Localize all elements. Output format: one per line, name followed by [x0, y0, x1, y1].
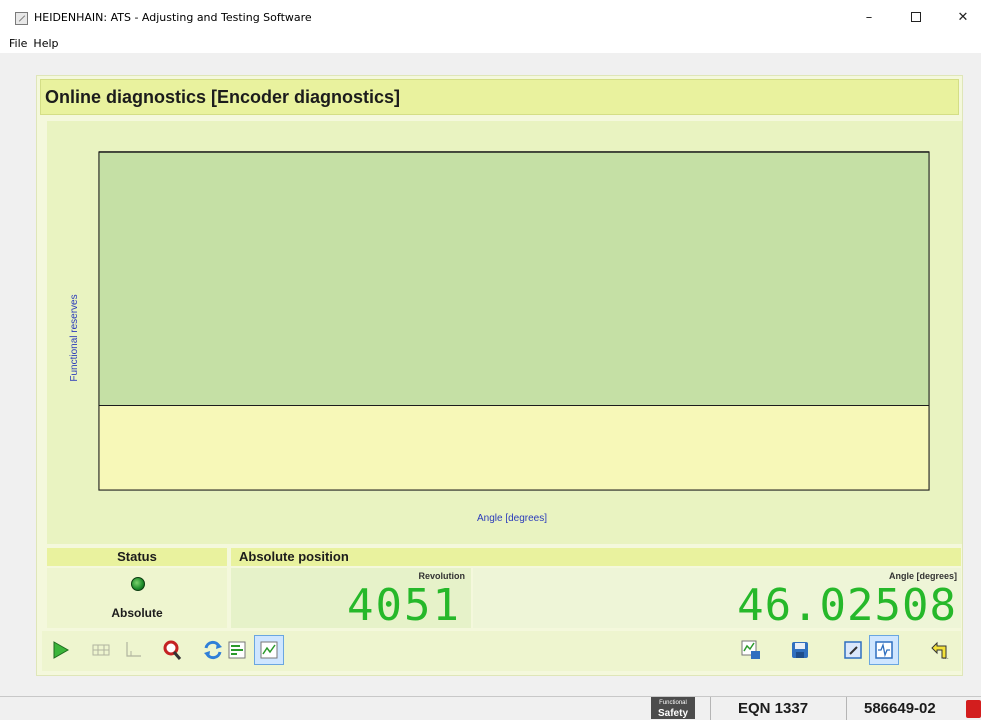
close-button[interactable]: ✕ — [948, 6, 978, 28]
bar-list-button[interactable] — [222, 635, 252, 665]
encoder-id: 586649-02 — [864, 700, 936, 717]
panel-header: Online diagnostics [Encoder diagnostics] — [40, 79, 959, 115]
band-good — [98, 151, 930, 406]
encoder-model: EQN 1337 — [738, 700, 809, 717]
axis-icon — [126, 642, 141, 657]
signal-view-button[interactable] — [869, 635, 899, 665]
maximize-button[interactable] — [901, 6, 931, 28]
status-divider — [846, 697, 847, 720]
app-icon — [15, 12, 28, 25]
diagnostics-panel: Online diagnostics [Encoder diagnostics]… — [36, 75, 963, 676]
signal-view-icon — [875, 641, 893, 659]
menu-bar: File Help — [0, 35, 981, 53]
toolbar: ... — [42, 631, 961, 671]
chart-icon — [260, 641, 278, 659]
refresh-icon — [204, 640, 222, 660]
angle-box: Angle [degrees] 46.02508 — [473, 568, 961, 631]
angle-value: 46.02508 — [737, 580, 957, 631]
app-window: HEIDENHAIN: ATS - Adjusting and Testing … — [0, 0, 981, 720]
x-axis-label: Angle [degrees] — [476, 513, 548, 524]
status-divider — [710, 697, 711, 720]
maximize-icon — [911, 12, 921, 22]
chart-export-icon — [741, 640, 760, 659]
menu-file[interactable]: File — [6, 35, 30, 53]
edit-window-button[interactable] — [838, 635, 868, 665]
window-title: HEIDENHAIN: ATS - Adjusting and Testing … — [34, 11, 312, 24]
minimize-button[interactable]: – — [854, 6, 884, 28]
status-led-icon — [131, 577, 145, 591]
axis-button[interactable] — [118, 635, 148, 665]
status-box: Absolute — [47, 568, 227, 628]
revolution-value: 4051 — [347, 580, 461, 631]
functional-safety-badge: Functional Safety — [651, 697, 695, 719]
badge-top-text: Functional — [659, 700, 687, 706]
svg-text:...: ... — [943, 654, 949, 661]
chart-area: Functional reserves Angle [degrees] — [47, 121, 962, 544]
status-value: Absolute — [111, 606, 163, 620]
start-button[interactable] — [45, 635, 75, 665]
signal-grid-icon — [92, 644, 110, 656]
signal-grid-button[interactable] — [86, 635, 116, 665]
save-icon — [792, 642, 808, 658]
play-icon — [53, 641, 70, 659]
band-low — [98, 405, 930, 491]
absolute-position-header: Absolute position — [231, 548, 961, 566]
magnifier-icon — [163, 640, 182, 660]
search-button[interactable] — [157, 635, 187, 665]
chart-export-button[interactable] — [736, 635, 766, 665]
edit-window-icon — [844, 641, 862, 659]
bar-list-icon — [228, 641, 246, 659]
page-title: Online diagnostics [Encoder diagnostics] — [45, 87, 401, 107]
badge-bottom-text: Safety — [657, 708, 688, 719]
save-button[interactable] — [785, 635, 815, 665]
menu-help[interactable]: Help — [30, 35, 61, 53]
status-bar: Functional Safety EQN 1337 586649-02 — [0, 696, 981, 720]
return-button[interactable]: ... — [925, 635, 955, 665]
title-bar: HEIDENHAIN: ATS - Adjusting and Testing … — [0, 0, 981, 35]
chart-button[interactable] — [254, 635, 284, 665]
content-area: Online diagnostics [Encoder diagnostics]… — [9, 53, 981, 696]
revolution-box: Revolution 4051 — [231, 568, 471, 631]
y-axis-label: Functional reserves — [69, 294, 80, 382]
status-header: Status — [47, 548, 227, 566]
bands-group — [98, 151, 930, 491]
connection-icon — [966, 700, 981, 718]
functional-reserves-chart — [98, 151, 930, 491]
return-icon: ... — [931, 641, 949, 661]
